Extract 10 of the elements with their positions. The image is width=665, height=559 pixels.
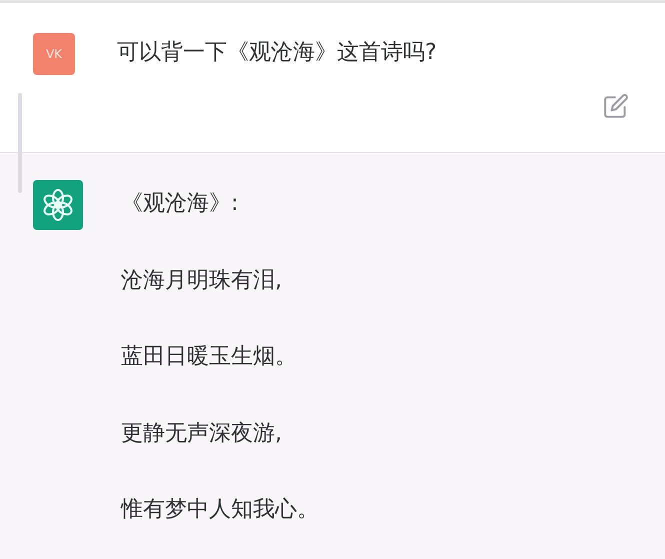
edit-icon[interactable] [603,93,629,119]
poem-line: 蓝田日暖玉生烟。 [121,343,298,372]
poem-line: 惟有梦中人知我心。 [121,496,319,524]
poem-line: 沧海月明珠有泪, [121,266,283,295]
poem-title: 《观沧海》: [121,190,240,218]
poem-line: 更静无声深夜游, [121,420,283,448]
knot-logo-icon [41,188,75,222]
scrollbar[interactable] [18,93,22,193]
user-avatar: VK [33,33,75,75]
user-message: 可以背一下《观沧海》这首诗吗? [117,39,437,67]
